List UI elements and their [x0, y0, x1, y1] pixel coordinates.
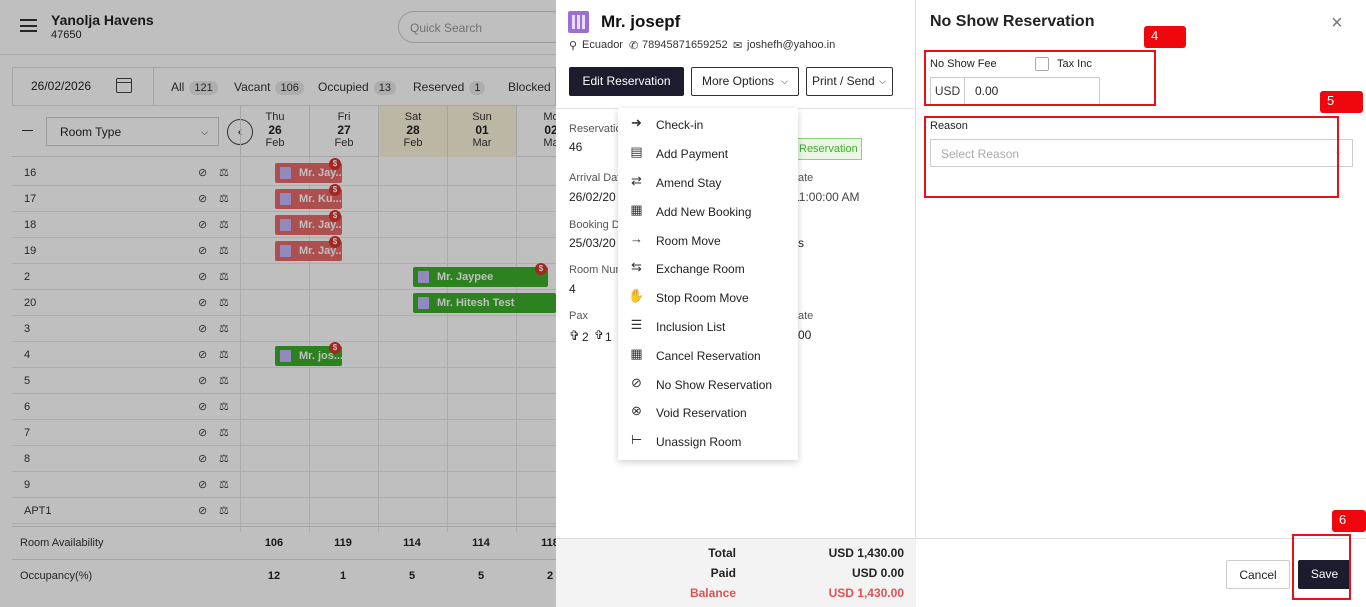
amend-calendar-icon: ⇄ — [631, 173, 642, 188]
menu-item-amend-stay[interactable]: ⇄ Amend Stay — [618, 168, 798, 196]
menu-item-stop-room-move[interactable]: ✋ Stop Room Move — [618, 283, 798, 311]
menu-item-label: Inclusion List — [656, 320, 726, 334]
menu-item-unassign-room[interactable]: ⊢ Unassign Room — [618, 427, 798, 455]
bed-remove-icon: ⊢ — [630, 432, 643, 447]
menu-item-label: Exchange Room — [656, 262, 745, 276]
exchange-bed-icon: ⇆ — [631, 259, 642, 274]
annotation-tag-4: 4 — [1144, 26, 1186, 48]
close-icon[interactable]: × — [1331, 13, 1343, 33]
phone-icon: ✆ — [629, 40, 639, 52]
totals-section: Total USD 1,430.00 Paid USD 0.00 Balance… — [556, 538, 916, 607]
departure-time: 11:00:00 AM — [793, 190, 860, 204]
menu-item-inclusion-list[interactable]: ☰ Inclusion List — [618, 312, 798, 340]
menu-item-add-payment[interactable]: ▤ Add Payment — [618, 139, 798, 167]
pax-child-icon: ✞ — [594, 328, 605, 342]
more-options-label: More Options — [702, 74, 775, 88]
print-send-label: Print / Send — [812, 74, 875, 88]
chevron-down-icon: ⌵ — [879, 76, 886, 86]
annotation-tag-6: 6 — [1332, 510, 1366, 532]
field-label: Booking D — [569, 219, 620, 231]
check-in-icon: ➜ — [631, 115, 642, 130]
paid-label: Paid — [710, 566, 736, 580]
menu-item-label: Amend Stay — [656, 176, 722, 190]
balance-label: Balance — [689, 586, 736, 600]
menu-item-label: Check-in — [656, 118, 704, 132]
guest-country: Ecuador — [582, 39, 623, 51]
guest-phone: 78945871659252 — [642, 39, 728, 51]
calendar-icon: ▦ — [630, 202, 643, 217]
menu-item-label: Add New Booking — [656, 205, 752, 219]
circle-x-icon: ⊗ — [631, 403, 642, 418]
menu-item-label: Add Payment — [656, 147, 729, 161]
field-label-fragment: ate — [798, 172, 814, 184]
field-label: Room Num — [569, 264, 625, 276]
total-value: USD 1,430.00 — [828, 546, 904, 560]
cancel-calendar-icon: ▦ — [630, 346, 643, 361]
field-value: 25/03/20 — [569, 236, 616, 250]
location-icon: ⚲ — [569, 40, 578, 52]
menu-item-label: No Show Reservation — [656, 378, 773, 392]
hand-stop-icon: ✋ — [628, 288, 645, 303]
pax-adults: 2 — [582, 330, 589, 344]
menu-item-label: Void Reservation — [656, 406, 747, 420]
menu-item-label: Cancel Reservation — [656, 349, 761, 363]
pax-children: 1 — [605, 330, 612, 344]
guest-email: joshefh@yahoo.in — [747, 39, 836, 51]
menu-item-label: Stop Room Move — [656, 291, 749, 305]
menu-item-no-show-reservation[interactable]: ⊘ No Show Reservation — [618, 370, 798, 398]
email-icon: ✉ — [733, 40, 743, 52]
field-value: 4 — [569, 282, 576, 296]
food-tray-icon: ☰ — [630, 317, 643, 332]
eye-slash-icon: ⊘ — [631, 375, 642, 390]
cancel-button[interactable]: Cancel — [1226, 560, 1290, 589]
total-label: Total — [708, 546, 736, 560]
menu-item-room-move[interactable]: → Room Move — [618, 226, 798, 254]
menu-item-label: Room Move — [656, 234, 721, 248]
annotation-box-6 — [1292, 534, 1351, 600]
field-value-fragment: 00 — [798, 328, 812, 342]
annotation-box-5 — [924, 116, 1339, 198]
annotation-box-4 — [924, 50, 1156, 106]
edit-reservation-button[interactable]: Edit Reservation — [569, 67, 684, 96]
menu-item-cancel-reservation[interactable]: ▦ Cancel Reservation — [618, 341, 798, 369]
chevron-down-icon: ⌵ — [781, 76, 788, 86]
print-send-button[interactable]: Print / Send ⌵ — [806, 67, 893, 96]
field-value: 46 — [569, 140, 583, 154]
field-label: Arrival Dat — [569, 172, 621, 184]
pax-adult-icon: ✞ — [569, 328, 580, 343]
balance-value: USD 1,430.00 — [828, 586, 904, 600]
menu-item-label: Unassign Room — [656, 435, 742, 449]
menu-item-void-reservation[interactable]: ⊗ Void Reservation — [618, 398, 798, 426]
more-options-button[interactable]: More Options ⌵ — [691, 67, 799, 96]
payment-card-icon: ▤ — [630, 144, 643, 159]
building-icon — [568, 11, 589, 33]
status-badge: Reservation — [794, 138, 862, 160]
guest-name: Mr. josepf — [601, 12, 681, 31]
paid-value: USD 0.00 — [851, 566, 904, 580]
menu-item-exchange-room[interactable]: ⇆ Exchange Room — [618, 254, 798, 282]
more-options-menu: ➜ Check-in ▤ Add Payment ⇄ Amend Stay ▦ Add … — [618, 108, 798, 460]
field-label-fragment: ate — [798, 310, 814, 322]
menu-item-add-new-booking[interactable]: ▦ Add New Booking — [618, 197, 798, 225]
field-label: Pax — [569, 310, 588, 322]
menu-item-check-in[interactable]: ➜ Check-in — [618, 110, 798, 138]
bed-move-icon: → — [630, 231, 643, 246]
panel-title: No Show Reservation — [930, 13, 1095, 30]
annotation-tag-5: 5 — [1320, 91, 1363, 113]
modal-backdrop[interactable] — [0, 0, 556, 607]
field-value-fragment: s — [798, 236, 804, 250]
field-value: 26/02/20 — [569, 190, 616, 204]
